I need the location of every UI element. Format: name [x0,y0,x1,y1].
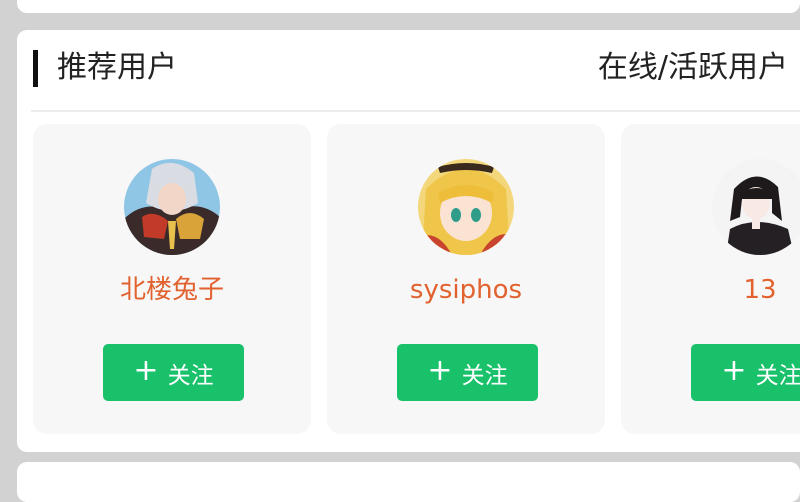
panel-header: 推荐用户 在线/活跃用户 [17,30,800,110]
plus-icon: + [427,353,453,388]
recommended-users-panel: 推荐用户 在线/活跃用户 北楼兔子 + 关注 sysiphos + 关注 13 … [17,30,800,452]
follow-button[interactable]: + 关注 [691,344,800,401]
next-card [17,462,800,502]
previous-card [17,0,800,13]
plus-icon: + [721,353,747,388]
anime-blonde-girl-avatar-icon[interactable] [418,159,514,255]
follow-button[interactable]: + 关注 [103,344,244,401]
user-card[interactable]: sysiphos + 关注 [327,124,605,434]
username[interactable]: 北楼兔子 [33,272,311,308]
follow-label: 关注 [167,362,214,389]
plus-icon: + [133,353,159,388]
username[interactable]: sysiphos [327,272,605,308]
follow-label: 关注 [755,362,800,389]
online-active-users-link[interactable]: 在线/活跃用户 [598,47,788,89]
section-accent-bar [33,50,38,87]
user-card[interactable]: 北楼兔子 + 关注 [33,124,311,434]
anime-warrior-avatar-icon[interactable] [124,159,220,255]
follow-button[interactable]: + 关注 [397,344,538,401]
user-card[interactable]: 13 + 关注 [621,124,800,434]
section-title: 推荐用户 [57,50,177,85]
header-divider [31,110,800,112]
username[interactable]: 13 [621,272,800,308]
follow-label: 关注 [461,362,508,389]
anime-dark-hair-girl-avatar-icon[interactable] [712,159,800,255]
